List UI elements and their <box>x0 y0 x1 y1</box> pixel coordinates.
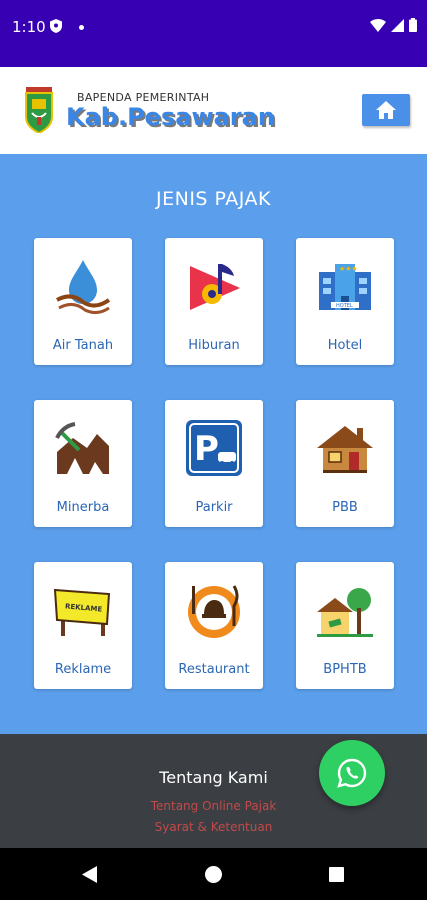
billboard-icon: REKLAME <box>53 588 111 636</box>
mining-icon <box>55 422 109 474</box>
regency-emblem-icon <box>25 87 53 133</box>
status-time: 1:10 <box>12 18 46 36</box>
tax-card-label: PBB <box>332 500 358 515</box>
whatsapp-icon <box>337 758 367 788</box>
hotel-icon: ★★★ HOTEL <box>319 264 371 310</box>
tax-card-label: Air Tanah <box>52 338 114 353</box>
tax-card-label: Restaurant <box>178 662 250 677</box>
svg-text:★★★: ★★★ <box>339 265 358 273</box>
dot-icon <box>79 25 84 30</box>
tax-card-hiburan[interactable]: Hiburan <box>165 238 263 365</box>
nav-home-icon[interactable] <box>205 866 222 883</box>
footer-link-terms[interactable]: Syarat & Ketentuan <box>0 820 427 834</box>
tax-card-air-tanah[interactable]: Air Tanah <box>34 238 132 365</box>
signal-icon <box>391 18 404 32</box>
tax-card-label: Reklame <box>54 662 112 677</box>
svg-text:P: P <box>194 429 219 469</box>
property-tree-icon <box>317 588 373 637</box>
tax-card-label: Hiburan <box>188 338 240 353</box>
tax-card-label: BPHTB <box>323 662 367 677</box>
tax-card-bphtb[interactable]: BPHTB <box>296 562 394 689</box>
music-play-icon <box>190 264 240 310</box>
shield-icon <box>50 19 62 33</box>
house-icon <box>317 426 373 473</box>
tax-card-hotel[interactable]: ★★★ HOTEL Hotel <box>296 238 394 365</box>
whatsapp-button[interactable] <box>319 740 385 806</box>
tax-card-minerba[interactable]: Minerba <box>34 400 132 527</box>
back-icon[interactable] <box>82 866 97 883</box>
header-title: Kab.Pesawaran <box>66 103 275 131</box>
section-title: JENIS PAJAK <box>156 188 271 210</box>
restaurant-icon <box>188 585 240 638</box>
recent-apps-icon[interactable] <box>329 867 344 882</box>
battery-icon <box>409 18 417 32</box>
tax-card-pbb[interactable]: PBB <box>296 400 394 527</box>
home-button[interactable] <box>362 94 410 126</box>
tax-card-parkir[interactable]: P Parkir <box>165 400 263 527</box>
tax-card-reklame[interactable]: REKLAME Reklame <box>34 562 132 689</box>
wifi-icon <box>370 18 386 32</box>
status-bar: 1:10 <box>0 0 427 67</box>
tax-card-restaurant[interactable]: Restaurant <box>165 562 263 689</box>
water-drop-icon <box>56 260 111 315</box>
tax-card-label: Hotel <box>327 338 363 353</box>
status-icons <box>370 18 417 32</box>
svg-text:HOTEL: HOTEL <box>336 303 353 309</box>
tax-card-label: Minerba <box>56 500 110 515</box>
home-icon <box>376 101 396 119</box>
tax-card-label: Parkir <box>195 500 233 515</box>
parking-icon: P <box>186 420 242 476</box>
